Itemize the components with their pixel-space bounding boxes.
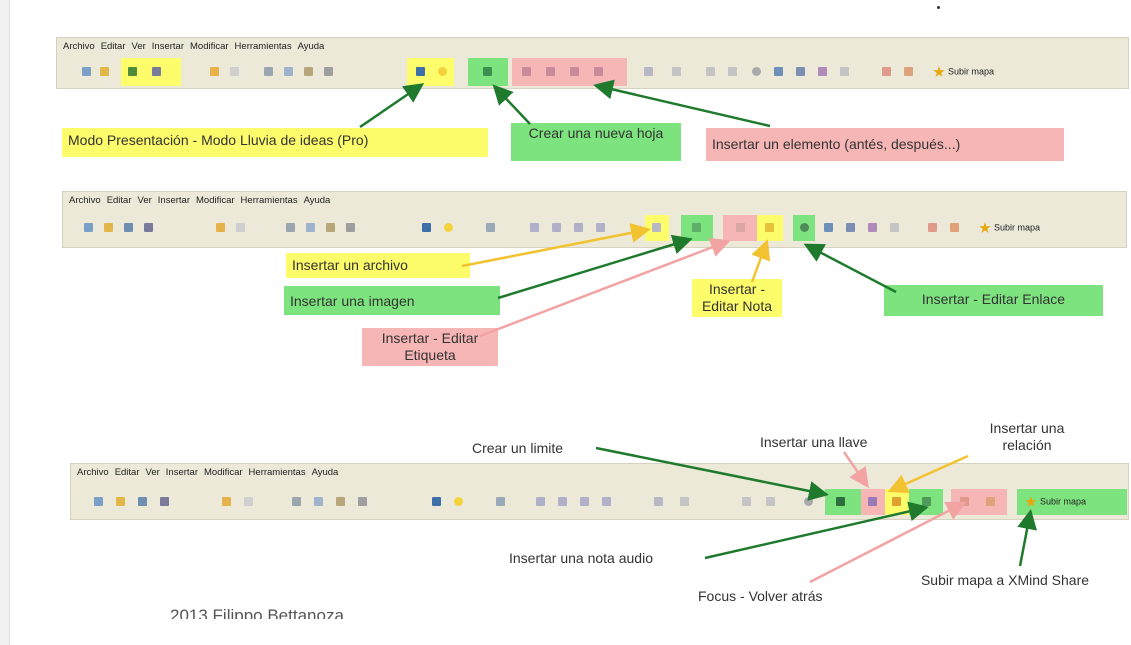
- arrow-presentacion: [359, 83, 425, 129]
- arrow-insertar-enlace: [803, 243, 897, 294]
- arrow-crear-limite: [595, 446, 829, 501]
- arrow-insertar-relacion: [887, 454, 969, 494]
- arrow-nota-audio: [704, 501, 929, 560]
- arrow-subir-xmind: [1017, 509, 1037, 567]
- arrow-insertar-llave: [842, 451, 869, 489]
- arrow-insertar-imagen: [497, 234, 693, 300]
- arrow-insertar-nota: [750, 239, 771, 283]
- arrow-crear-hoja: [492, 84, 531, 125]
- arrow-insertar-elemento: [593, 79, 771, 128]
- callout-arrows: [359, 79, 1037, 584]
